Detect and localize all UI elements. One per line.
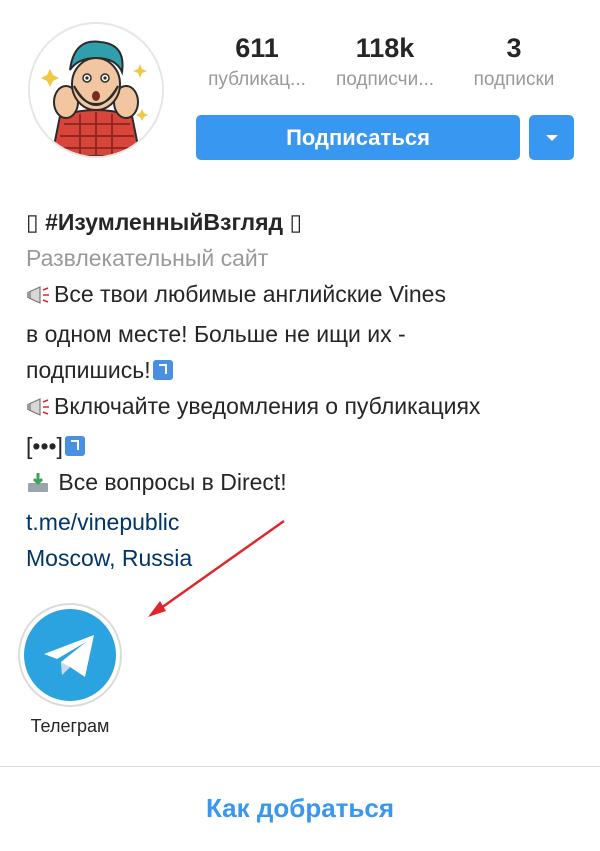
bio-line: Включайте уведомления о публикациях (26, 388, 586, 428)
missing-glyph-left: ▯ (26, 209, 39, 235)
stat-followers-count: 118k (355, 33, 415, 63)
highlight-label: Телеграм (30, 716, 110, 736)
follow-button[interactable]: Подписаться (196, 115, 520, 160)
megaphone-icon (26, 280, 52, 316)
missing-glyph-right: ▯ (289, 209, 303, 235)
suggestions-dropdown-button[interactable] (529, 115, 574, 160)
avatar-illustration (30, 24, 162, 156)
bio-text: подпишись! (26, 357, 151, 383)
profile-bio: ▯ #ИзумленныйВзгляд ▯ Развлекательный са… (26, 204, 586, 576)
stat-posts-count: 611 (235, 33, 279, 63)
chevron-down-icon (545, 134, 558, 141)
divider (0, 766, 600, 767)
bio-text: Все твои любимые английские Vines (54, 281, 446, 307)
arrow-up-icon (152, 360, 173, 380)
highlight-telegram[interactable] (18, 603, 122, 707)
bio-text: Включайте уведомления о публикациях (54, 393, 481, 419)
profile-name-text: #ИзумленныйВзгляд (45, 209, 284, 235)
bio-line: Все твои любимые английские Vines (26, 276, 586, 316)
profile-name: ▯ #ИзумленныйВзгляд ▯ (26, 204, 586, 240)
bio-text: Все вопросы в Direct! (52, 469, 287, 495)
stat-followers-label: подписчи... (335, 69, 435, 90)
bio-link[interactable]: t.me/vinepublic (26, 504, 586, 540)
stat-followers[interactable]: 118k подписчи... (320, 30, 450, 94)
bio-line: [•••] (26, 428, 586, 464)
bio-line: в одном месте! Больше не ищи их - (26, 321, 406, 347)
stat-posts-label: публикац... (208, 69, 306, 90)
bio-line: Все вопросы в Direct! (26, 464, 586, 504)
profile-category: Развлекательный сайт (26, 245, 269, 271)
stat-following[interactable]: 3 подписки (454, 30, 574, 94)
bio-text: [•••] (26, 433, 63, 459)
inbox-tray-icon (26, 468, 50, 504)
arrow-up-icon (64, 436, 85, 456)
location-link[interactable]: Moscow, Russia (26, 540, 586, 576)
annotation-arrow (148, 519, 285, 617)
stat-posts[interactable]: 611 публикац... (196, 30, 318, 94)
megaphone-icon (26, 392, 52, 428)
profile-avatar[interactable] (28, 22, 164, 158)
telegram-icon (24, 609, 116, 701)
bio-line: подпишись! (26, 352, 586, 388)
directions-button[interactable]: Как добраться (0, 776, 600, 840)
stat-following-label: подписки (473, 69, 555, 90)
stat-following-count: 3 (506, 33, 522, 63)
